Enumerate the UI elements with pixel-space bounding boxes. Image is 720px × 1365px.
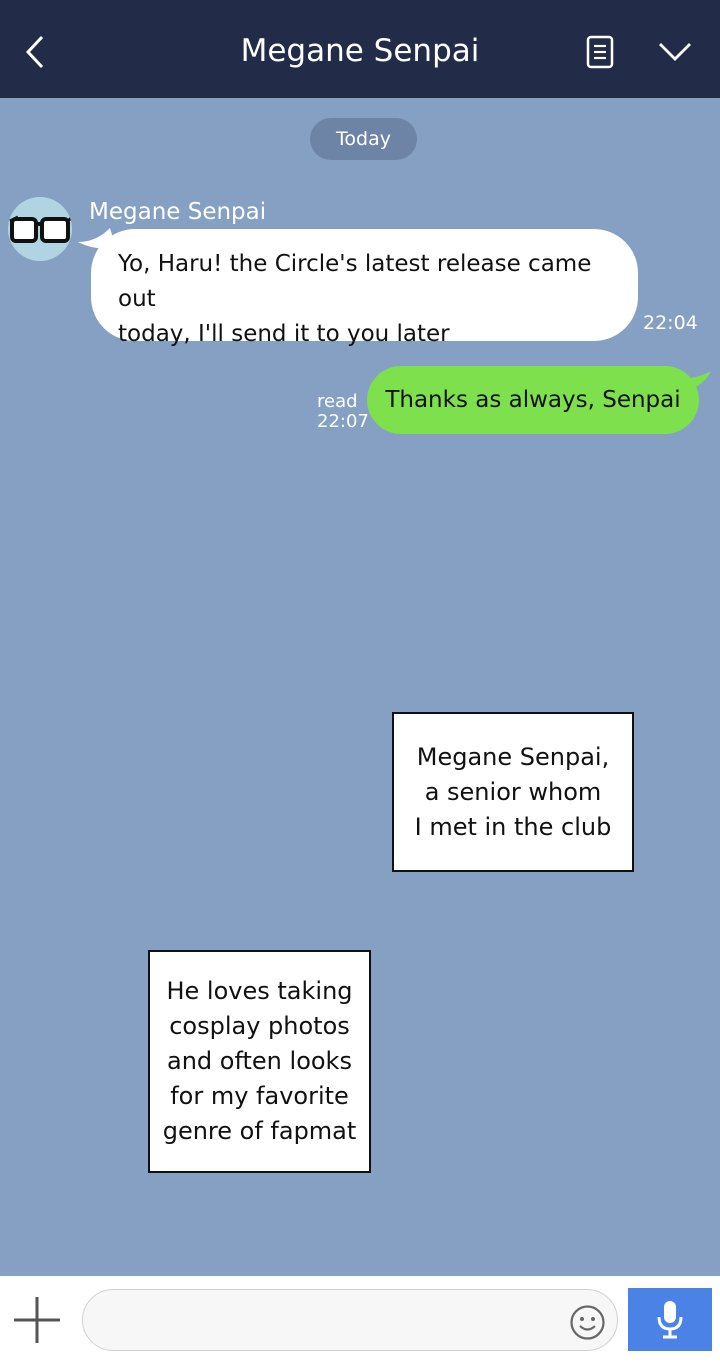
read-status: read [317,391,358,412]
outgoing-message-bubble[interactable]: Thanks as always, Senpai [367,366,699,434]
incoming-message-bubble[interactable]: Yo, Haru! the Circle's latest release ca… [91,229,638,347]
glasses-icon [9,215,72,243]
narration-box: Megane Senpai, a senior whom I met in th… [392,712,634,872]
date-separator: Today [310,118,417,160]
message-timestamp: 22:07 [317,411,369,432]
chat-header: Megane Senpai [0,0,720,98]
smiley-icon[interactable] [569,1304,606,1341]
sender-name: Megane Senpai [89,199,267,225]
note-icon[interactable] [584,34,616,70]
mic-button[interactable] [628,1288,712,1351]
chevron-down-icon[interactable] [656,38,694,66]
avatar[interactable] [8,197,72,261]
microphone-icon [657,1301,683,1339]
narration-box: He loves taking cosplay photos and often… [148,950,371,1173]
read-receipt: read 22:07 [317,392,369,432]
message-timestamp: 22:04 [643,312,698,334]
message-line: today, I'll send it to you later [118,321,450,347]
message-input[interactable] [82,1289,618,1351]
message-line: Yo, Haru! the Circle's latest release ca… [118,251,592,312]
plus-icon[interactable] [12,1295,62,1345]
